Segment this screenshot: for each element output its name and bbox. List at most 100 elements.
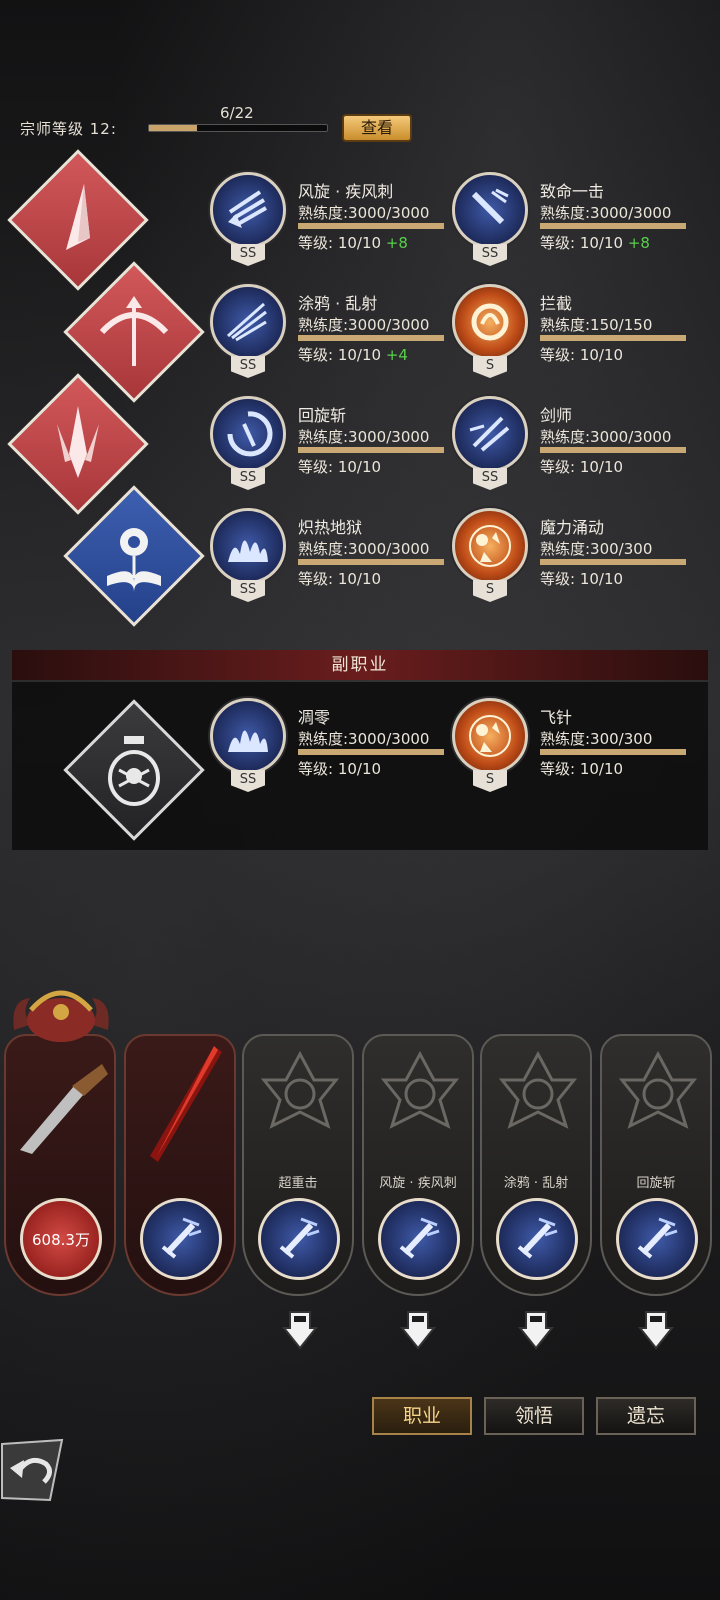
burst-icon <box>517 1217 558 1259</box>
fist-icon <box>279 1217 320 1259</box>
equip-slot-card[interactable] <box>124 1034 236 1296</box>
bow-icon <box>99 296 169 366</box>
skill-level: 等级: 10/10 <box>540 760 624 778</box>
skill-proficiency-bar <box>298 749 444 755</box>
skill-proficiency: 熟练度:3000/3000 <box>298 204 430 222</box>
power-value: 608.3万 <box>32 1230 90 1249</box>
sub-job-skill-card[interactable]: S 飞针 熟练度:300/300 等级: 10/10 <box>452 698 702 798</box>
skill-level: 等级: 10/10 +8 <box>540 234 650 252</box>
skill-card[interactable]: SS 致命一击 熟练度:3000/3000 等级: 10/10 +8 <box>452 172 702 272</box>
skill-proficiency-bar <box>298 447 444 453</box>
skill-name: 致命一击 <box>540 182 605 201</box>
unequip-arrow-icon[interactable] <box>400 1310 436 1350</box>
skill-name: 剑师 <box>540 406 573 425</box>
skill-level: 等级: 10/10 <box>298 570 382 588</box>
skill-icon <box>210 284 286 360</box>
equip-slot-orb[interactable] <box>378 1198 460 1280</box>
equip-slot-orb[interactable] <box>496 1198 578 1280</box>
skill-card[interactable]: SS 风旋 · 疾风刺 熟练度:3000/3000 等级: 10/10 +8 <box>210 172 460 272</box>
skill-level-bonus: +4 <box>385 346 408 364</box>
skill-icon <box>452 284 528 360</box>
skill-rank-badge: SS <box>231 356 265 378</box>
unequip-arrow-icon[interactable] <box>518 1310 554 1350</box>
equip-slot-orb[interactable]: 608.3万 <box>20 1198 102 1280</box>
equip-slot-label: 回旋斩 <box>636 1176 676 1191</box>
blade-icon <box>66 184 90 250</box>
master-level-count: 6/22 <box>220 104 254 122</box>
unequip-arrow-icon[interactable] <box>282 1310 318 1350</box>
skill-proficiency: 熟练度:3000/3000 <box>298 730 430 748</box>
unequip-arrow-icon[interactable] <box>638 1310 674 1350</box>
equip-slot-label: 涂鸦 · 乱射 <box>503 1176 569 1191</box>
skill-rank-badge: SS <box>473 468 507 490</box>
skill-level-bonus: +8 <box>627 234 650 252</box>
sub-job-skill-card[interactable]: SS 凋零 熟练度:3000/3000 等级: 10/10 <box>210 698 460 798</box>
skill-name: 凋零 <box>298 708 331 727</box>
skill-proficiency: 熟练度:3000/3000 <box>540 428 672 446</box>
skill-card[interactable]: SS 剑师 熟练度:3000/3000 等级: 10/10 <box>452 396 702 496</box>
skill-name: 炽热地狱 <box>298 518 363 537</box>
skill-icon <box>210 698 286 774</box>
demon-crest-icon <box>13 990 109 1042</box>
skill-proficiency-bar <box>298 335 444 341</box>
skill-card[interactable]: S 魔力涌动 熟练度:300/300 等级: 10/10 <box>452 508 702 608</box>
equip-slot-card[interactable]: 风旋 · 疾风刺 <box>362 1034 474 1296</box>
red-sword-icon <box>150 1046 222 1162</box>
skill-name: 拦截 <box>540 294 573 313</box>
hexagram-emblem-icon <box>618 1050 698 1129</box>
skill-rank-badge: SS <box>231 468 265 490</box>
skill-icon <box>452 172 528 248</box>
skill-name: 风旋 · 疾风刺 <box>298 182 394 201</box>
skill-proficiency-bar <box>540 447 686 453</box>
spellbook-icon <box>107 528 161 592</box>
skill-rank-badge: SS <box>231 244 265 266</box>
equip-slot-orb[interactable] <box>258 1198 340 1280</box>
back-button[interactable] <box>0 1438 66 1502</box>
equip-slot-label: 超重击 <box>278 1176 318 1191</box>
skill-level: 等级: 10/10 +8 <box>298 234 408 252</box>
skill-proficiency-bar <box>540 749 686 755</box>
skill-proficiency-bar <box>540 223 686 229</box>
equip-slot-card[interactable]: 608.3万 <box>4 1034 116 1296</box>
skill-rank-badge: S <box>473 770 507 792</box>
master-level-label: 宗师等级 12: <box>20 120 117 138</box>
skill-icon <box>452 698 528 774</box>
skill-card[interactable]: SS 回旋斩 熟练度:3000/3000 等级: 10/10 <box>210 396 460 496</box>
skill-proficiency: 熟练度:3000/3000 <box>298 428 430 446</box>
sword-icon <box>161 1217 202 1259</box>
skill-level: 等级: 10/10 <box>540 346 624 364</box>
skill-name: 涂鸦 · 乱射 <box>298 294 378 313</box>
skill-proficiency: 熟练度:3000/3000 <box>298 316 430 334</box>
skill-proficiency-bar <box>298 559 444 565</box>
skill-rank-badge: SS <box>231 580 265 602</box>
skill-rank-badge: SS <box>473 244 507 266</box>
hexagram-emblem-icon <box>380 1050 460 1129</box>
skill-card[interactable]: S 拦截 熟练度:150/150 等级: 10/10 <box>452 284 702 384</box>
skill-level-bonus: +8 <box>385 234 408 252</box>
skill-proficiency-bar <box>540 559 686 565</box>
spike-icon <box>57 406 99 478</box>
skill-rank-badge: SS <box>231 770 265 792</box>
view-button[interactable]: 查看 <box>342 114 412 142</box>
skill-level: 等级: 10/10 <box>540 458 624 476</box>
tab-profession[interactable]: 职业 <box>372 1397 472 1435</box>
skill-proficiency: 熟练度:3000/3000 <box>540 204 672 222</box>
skill-icon <box>210 172 286 248</box>
skill-name: 飞针 <box>540 708 573 727</box>
tab-forget[interactable]: 遗忘 <box>596 1397 696 1435</box>
equip-slot-orb[interactable] <box>616 1198 698 1280</box>
skill-level: 等级: 10/10 +4 <box>298 346 408 364</box>
equip-slot-card[interactable]: 涂鸦 · 乱射 <box>480 1034 592 1296</box>
equip-slot-card[interactable]: 超重击 <box>242 1034 354 1296</box>
skill-card[interactable]: SS 炽热地狱 熟练度:3000/3000 等级: 10/10 <box>210 508 460 608</box>
skill-card[interactable]: SS 涂鸦 · 乱射 熟练度:3000/3000 等级: 10/10 +4 <box>210 284 460 384</box>
equip-slot-card[interactable]: 回旋斩 <box>600 1034 712 1296</box>
equip-slot-orb[interactable] <box>140 1198 222 1280</box>
skill-proficiency: 熟练度:300/300 <box>540 730 653 748</box>
skill-level: 等级: 10/10 <box>540 570 624 588</box>
skill-level: 等级: 10/10 <box>298 458 382 476</box>
tab-comprehend[interactable]: 领悟 <box>484 1397 584 1435</box>
master-level-progress <box>148 124 328 132</box>
skill-level: 等级: 10/10 <box>298 760 382 778</box>
skill-icon <box>210 508 286 584</box>
